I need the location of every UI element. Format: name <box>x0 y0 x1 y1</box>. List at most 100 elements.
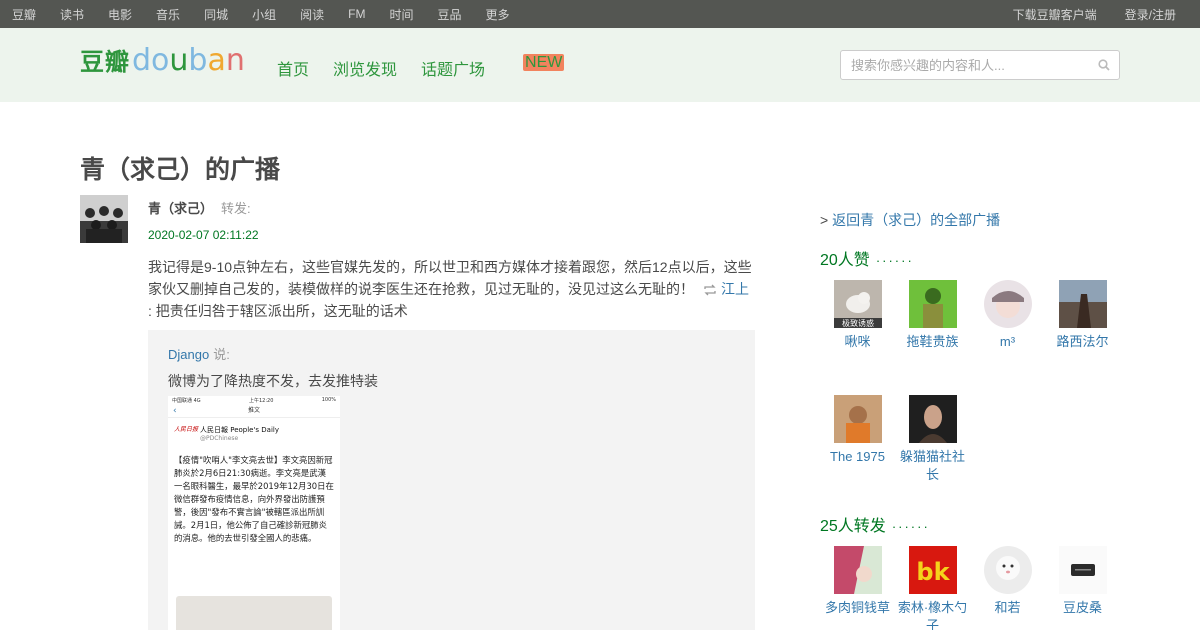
status-text: 我记得是9-10点钟左右，这些官媒先发的，所以世卫和西方媒体才接着跟您，然后12… <box>148 256 758 322</box>
user-name: 豆皮桑 <box>1062 600 1102 615</box>
nav-topics[interactable]: 话题广场 NEW <box>421 54 574 80</box>
download-app-link[interactable]: 下载豆瓣客户端 <box>1013 6 1097 23</box>
global-nav-movie[interactable]: 电影 <box>108 6 132 23</box>
logo-cn: 豆瓣 <box>80 49 130 76</box>
phone-carrier: 中国联通 4G <box>172 398 201 404</box>
douban-logo[interactable]: 豆瓣 douban <box>80 42 245 86</box>
global-nav-group[interactable]: 小组 <box>252 6 276 23</box>
global-nav-music[interactable]: 音乐 <box>156 6 180 23</box>
phone-time: 上午12:20 <box>248 398 274 404</box>
search-input[interactable] <box>851 51 1091 79</box>
avatar <box>983 546 1032 594</box>
user-name: m³ <box>999 334 1016 349</box>
reshare-user-card[interactable]: bk 索林·橡木勺子 <box>895 546 970 630</box>
quoted-text: 微博为了降热度不发，去发推特装 <box>168 373 378 389</box>
avatar <box>1058 546 1107 594</box>
chevron-right-icon: > <box>820 212 829 228</box>
reshare-user-card[interactable]: 豆皮桑 <box>1045 546 1120 617</box>
back-to-all-statuses[interactable]: > 返回青（求己）的全部广播 <box>820 210 1000 230</box>
search-icon[interactable] <box>1098 59 1110 71</box>
global-nav-fm[interactable]: FM <box>348 7 365 21</box>
likes-count[interactable]: 20人赞 <box>820 252 870 269</box>
user-name: 路西法尔 <box>1056 334 1109 349</box>
avatar-caption: 极致诱惑 <box>842 318 874 328</box>
site-header: 豆瓣 douban 首页 浏览发现 话题广场 NEW <box>0 28 1200 102</box>
status-body-after: : 把责任归咎于辖区派出所，这无耻的话术 <box>148 303 408 319</box>
tweet-photo <box>176 596 332 630</box>
status-header: 青（求己） 转发: <box>148 198 251 217</box>
new-badge: NEW <box>523 54 565 71</box>
phone-battery: 100% <box>321 397 336 403</box>
tweet-name: 人民日報 People's Daily <box>200 425 279 434</box>
reshare-link[interactable]: 江上 <box>694 281 749 297</box>
phone-statusbar: 中国联通 4G 上午12:20 100% <box>168 396 340 404</box>
reshares-count[interactable]: 25人转发 <box>820 518 886 535</box>
avatar <box>1058 280 1107 328</box>
reshare-user: 江上 <box>721 281 749 297</box>
nav-home[interactable]: 首页 <box>277 56 309 80</box>
tweet-header: 人民日报 人民日報 People's Daily @PDChinese <box>168 418 340 442</box>
reshare-user-card[interactable]: 多肉铜钱草 <box>820 546 895 617</box>
avatar: 极致诱惑 <box>833 280 882 328</box>
avatar <box>908 395 957 443</box>
global-nav-right: 下载豆瓣客户端 登录/注册 <box>985 0 1176 28</box>
avatar <box>833 546 882 594</box>
quoted-image[interactable]: 中国联通 4G 上午12:20 100% ‹ 推文 人民日报 人民日報 Peop… <box>168 396 340 630</box>
reshare-icon <box>704 284 716 296</box>
like-user[interactable]: 极致诱惑 啾咪 <box>820 280 895 351</box>
peoples-daily-logo: 人民日报 <box>174 426 199 433</box>
back-link-label: 返回青（求己）的全部广播 <box>832 212 1001 228</box>
like-user[interactable]: 躲猫猫社社长 <box>895 395 970 484</box>
quoted-said: 说: <box>213 347 230 362</box>
author-name[interactable]: 青（求己） <box>148 201 213 216</box>
global-nav-left: 豆瓣 读书 电影 音乐 同城 小组 阅读 FM 时间 豆品 更多 <box>12 0 533 28</box>
phone-nav-title: 推文 <box>247 407 260 414</box>
reshares-title: 25人转发 ······ <box>820 512 930 536</box>
user-name: 索林·橡木勺子 <box>897 600 968 630</box>
quoted-status: Django 说: 微博为了降热度不发，去发推特装 中国联通 4G 上午12:20… <box>148 330 755 630</box>
global-nav-location[interactable]: 同城 <box>204 6 228 23</box>
avatar: bk <box>908 546 957 594</box>
user-name: 多肉铜钱草 <box>824 600 890 615</box>
status-action: 转发: <box>221 201 251 216</box>
avatar-logo: bk <box>916 558 950 586</box>
global-nav-read[interactable]: 阅读 <box>300 6 324 23</box>
page-title: 青（求己）的广播 <box>80 156 281 184</box>
status-timestamp[interactable]: 2020-02-07 02:11:22 <box>148 228 259 242</box>
avatar <box>983 280 1032 328</box>
reshares-more[interactable]: ······ <box>892 519 930 534</box>
logo-en: douban <box>132 43 245 78</box>
user-name: 拖鞋贵族 <box>906 334 959 349</box>
user-name: 啾咪 <box>844 334 871 349</box>
likes-title: 20人赞 ······ <box>820 246 914 270</box>
user-name: 躲猫猫社社长 <box>899 449 965 482</box>
login-register-link[interactable]: 登录/注册 <box>1125 6 1176 23</box>
like-user[interactable]: 拖鞋贵族 <box>895 280 970 351</box>
reshare-user-card[interactable]: 和若 <box>970 546 1045 617</box>
global-nav-book[interactable]: 读书 <box>60 6 84 23</box>
user-name: The 1975 <box>830 449 885 464</box>
nav-topics-label: 话题广场 <box>421 62 486 79</box>
quoted-status-header: Django 说: <box>168 344 230 363</box>
global-nav-more[interactable]: 更多 <box>485 6 509 23</box>
search-box <box>840 50 1120 80</box>
like-user[interactable]: The 1975 <box>820 395 895 466</box>
header-nav: 首页 浏览发现 话题广场 NEW <box>277 54 598 80</box>
like-user[interactable]: 路西法尔 <box>1045 280 1120 351</box>
nav-explore[interactable]: 浏览发现 <box>333 56 397 80</box>
author-avatar[interactable] <box>80 195 128 243</box>
avatar <box>908 280 957 328</box>
tweet-body: 【疫情"吹哨人"李文亮去世】李文亮因新冠肺炎於2月6日21:30病逝。李文亮是武… <box>174 455 334 543</box>
phone-navbar: ‹ 推文 <box>168 404 340 418</box>
global-nav-douban[interactable]: 豆瓣 <box>12 6 36 23</box>
global-nav: 豆瓣 读书 电影 音乐 同城 小组 阅读 FM 时间 豆品 更多 下载豆瓣客户端… <box>0 0 1200 28</box>
status-body: 我记得是9-10点钟左右，这些官媒先发的，所以世卫和西方媒体才接着跟您，然后12… <box>148 259 752 297</box>
global-nav-market[interactable]: 豆品 <box>437 6 461 23</box>
global-nav-time[interactable]: 时间 <box>389 6 413 23</box>
user-name: 和若 <box>994 600 1021 615</box>
tweet-handle: @PDChinese <box>200 434 239 442</box>
like-user[interactable]: m³ <box>970 280 1045 351</box>
likes-more[interactable]: ······ <box>876 253 914 268</box>
quoted-user[interactable]: Django <box>168 347 209 362</box>
avatar <box>833 395 882 443</box>
